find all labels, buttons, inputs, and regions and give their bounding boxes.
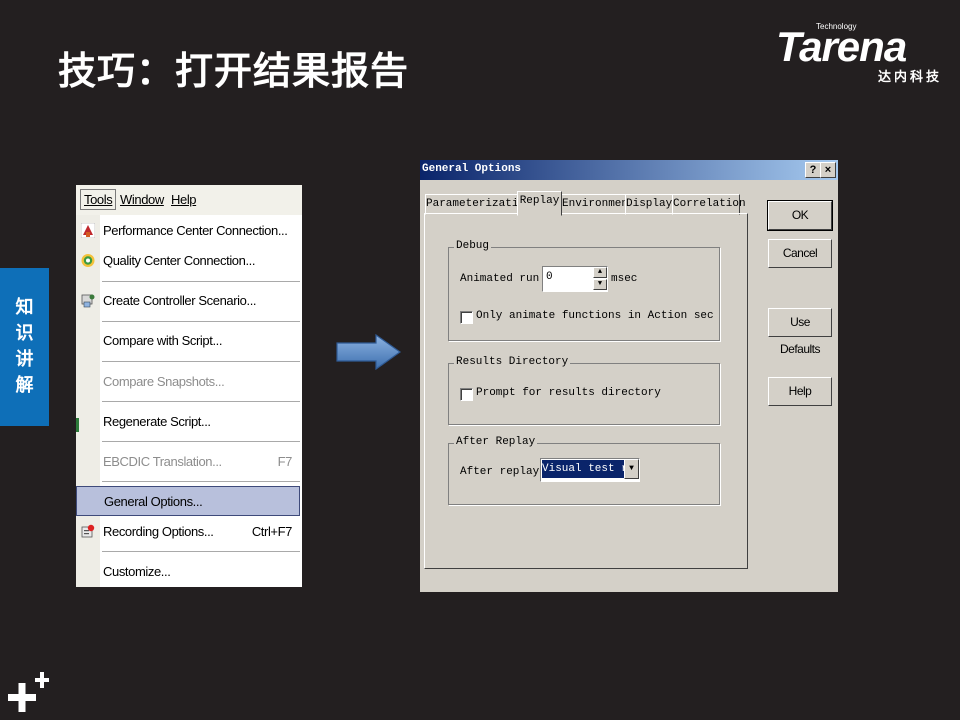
menu-item-customize[interactable]: Customize...	[76, 558, 302, 586]
menu-item-general-options[interactable]: General Options...	[76, 486, 300, 516]
menu-separator	[102, 321, 300, 322]
side-tab-char: 识	[15, 323, 34, 344]
menu-item-compare-snapshots: Compare Snapshots...	[103, 374, 225, 389]
after-replay-label: After replay	[460, 466, 540, 478]
dialog-title-bar: General Options ? ×	[420, 160, 838, 180]
after-replay-dropdown[interactable]: Visual test resu ▼	[540, 458, 640, 482]
tab-parameterization[interactable]: Parameterization	[425, 194, 532, 215]
menu-separator	[102, 401, 300, 402]
only-animate-label: Only animate functions in Action sec	[476, 310, 714, 322]
menu-separator	[102, 361, 300, 362]
dropdown-arrow-icon[interactable]: ▼	[624, 459, 639, 479]
only-animate-checkbox[interactable]	[460, 311, 473, 324]
side-tab-char: 讲	[15, 349, 34, 370]
recording-options-icon	[81, 524, 95, 538]
menu-item-regenerate-script[interactable]: Regenerate Script...	[76, 408, 302, 436]
use-defaults-button[interactable]: Use Defaults	[768, 308, 832, 356]
background-window-fragment	[76, 418, 79, 432]
prompt-results-directory-label: Prompt for results directory	[476, 387, 661, 399]
menu-item-performance-center[interactable]: Performance Center Connection...	[76, 217, 302, 245]
close-title-button[interactable]: ×	[820, 162, 836, 178]
performance-center-icon	[81, 223, 95, 238]
after-replay-group-label: After Replay	[454, 436, 538, 448]
menu-separator	[102, 441, 300, 442]
dialog-title: General Options	[422, 163, 522, 175]
spin-down-arrow-icon[interactable]: ▼	[593, 279, 607, 290]
tab-environment[interactable]: Environment	[561, 194, 635, 215]
msec-unit-label: msec	[611, 273, 638, 285]
spin-up-arrow-icon[interactable]: ▲	[593, 267, 607, 278]
quality-center-icon	[81, 254, 95, 267]
menu-bar: Tools Window Help	[76, 185, 302, 215]
menu-item-recording-options[interactable]: Recording Options... Ctrl+F7	[76, 518, 302, 546]
menu-item-quality-center[interactable]: Quality Center Connection...	[76, 247, 302, 275]
brand-name: Tarena	[776, 23, 907, 70]
brand-chinese-name: 达内科技	[877, 70, 942, 85]
side-tab-char: 知	[15, 297, 34, 318]
slide-title: 技巧：打开结果报告	[58, 49, 410, 93]
tab-correlation[interactable]: Correlation	[672, 194, 746, 215]
debug-group: Debug	[448, 240, 720, 341]
menu-separator	[102, 481, 300, 482]
tools-menu-screenshot: Tools Window Help Performance Center Con…	[76, 185, 302, 587]
prompt-results-directory-checkbox[interactable]	[460, 388, 473, 401]
animated-run-value: 0	[546, 271, 553, 283]
controller-scenario-icon	[81, 294, 95, 308]
help-title-button[interactable]: ?	[805, 162, 821, 178]
menu-tools[interactable]: Tools	[80, 189, 117, 210]
help-button[interactable]: Help	[768, 377, 832, 406]
tab-replay[interactable]: Replay	[517, 191, 562, 216]
tab-display[interactable]: Display	[625, 194, 673, 215]
debug-group-label: Debug	[454, 240, 492, 252]
ok-button[interactable]: OK	[767, 200, 833, 231]
animated-run-spinner[interactable]: 0 ▲ ▼	[542, 266, 608, 292]
right-arrow-icon	[336, 334, 402, 370]
tarena-logo: Technology Tarena 达内科技	[776, 22, 946, 85]
menu-item-ebcdic-translation: EBCDIC Translation... F7	[103, 454, 292, 469]
menu-item-compare-with-script[interactable]: Compare with Script...	[76, 327, 302, 355]
knowledge-side-tab: 知 识 讲 解	[0, 268, 49, 426]
general-options-dialog: General Options ? × Parameterization Rep…	[420, 160, 838, 592]
side-tab-char: 解	[15, 375, 34, 396]
menu-help[interactable]: Help	[171, 192, 197, 207]
results-directory-group-label: Results Directory	[454, 356, 571, 368]
after-replay-selected-value: Visual test resu	[542, 460, 624, 478]
menu-separator	[102, 281, 300, 282]
cancel-button[interactable]: Cancel	[768, 239, 832, 268]
plus-logo-icon	[8, 672, 49, 712]
menu-item-create-controller-scenario[interactable]: Create Controller Scenario...	[76, 287, 302, 315]
animated-run-label: Animated run	[460, 273, 540, 285]
menu-window[interactable]: Window	[120, 192, 164, 207]
menu-separator	[102, 551, 300, 552]
